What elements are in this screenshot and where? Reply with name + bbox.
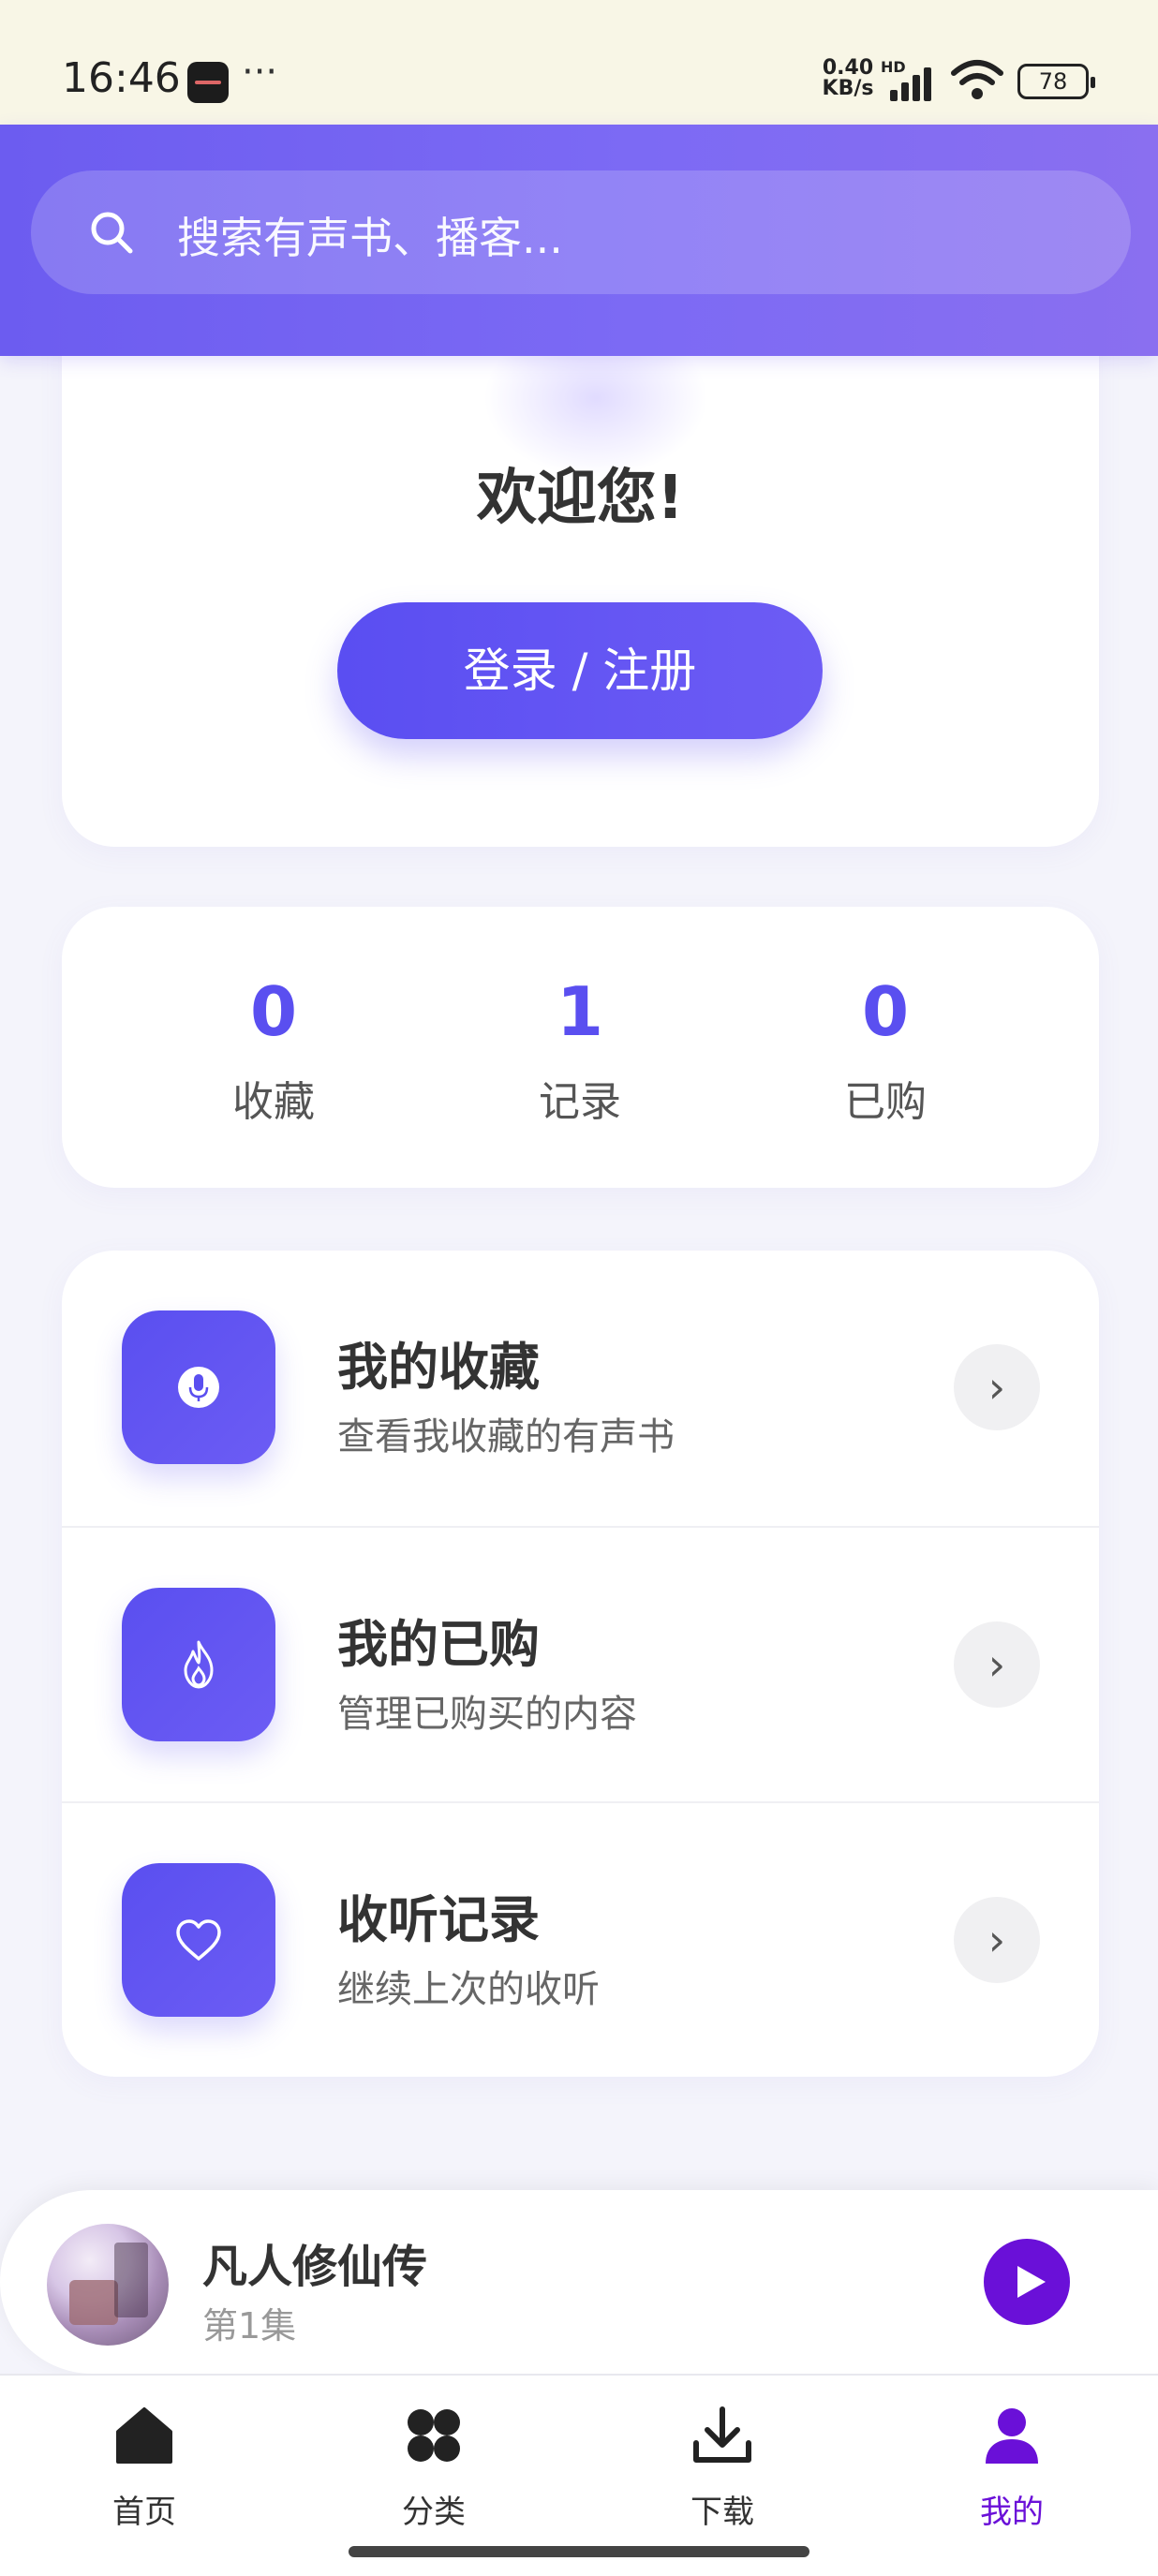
status-time: 16:46 [62,54,181,102]
play-icon [1017,2266,1046,2298]
menu-item-purchased[interactable]: 我的已购 管理已购买的内容 › [62,1526,1099,1801]
network-speed-unit: KB/s [822,77,874,100]
stat-label: 记录 [539,1078,621,1126]
tab-download[interactable]: 下载 [629,2394,816,2535]
network-speed: 0.40 KB/s [817,58,879,99]
menu-subtitle: 查看我收藏的有声书 [337,1415,675,1458]
stats-card: 0 收藏 1 记录 0 已购 [62,907,1099,1188]
player-episode: 第1集 [202,2305,297,2347]
search-icon [91,212,133,254]
welcome-card: 欢迎您! 登录 / 注册 [62,281,1099,847]
stat-value: 1 [556,972,604,1051]
chevron-right-icon[interactable]: › [954,1897,1040,1983]
fire-icon [184,1640,214,1689]
recorder-app-icon [187,62,229,103]
stat-label: 收藏 [232,1078,315,1126]
microphone-icon [178,1367,219,1408]
tab-mine[interactable]: 我的 [918,2394,1106,2535]
top-header: 搜索有声书、播客... [0,125,1158,356]
chevron-right-icon[interactable]: › [954,1344,1040,1430]
tab-home[interactable]: 首页 [51,2394,238,2535]
wifi-icon [951,60,1003,99]
category-icon [408,2409,460,2462]
stat-value: 0 [249,972,298,1051]
menu-item-history[interactable]: 收听记录 继续上次的收听 › [62,1801,1099,2077]
stat-history[interactable]: 1 记录 [439,907,720,1188]
login-register-button[interactable]: 登录 / 注册 [337,602,823,739]
tab-label: 分类 [402,2494,466,2531]
battery-icon: 78 [1017,64,1095,99]
tab-category[interactable]: 分类 [340,2394,527,2535]
tab-label: 首页 [112,2494,176,2531]
stat-label: 已购 [844,1078,927,1126]
search-placeholder: 搜索有声书、播客... [177,213,563,263]
status-more-indicator: ··· [242,51,278,94]
menu-title: 我的收藏 [337,1338,540,1397]
app-root: 16:46 ··· 0.40 KB/s HD 78 搜索有声书、播客... 欢迎… [0,0,1158,2576]
status-bar: 16:46 ··· 0.40 KB/s HD 78 [0,0,1158,125]
play-button[interactable] [984,2239,1070,2325]
menu-title: 收听记录 [337,1890,540,1949]
album-cover[interactable] [47,2224,169,2346]
stat-value: 0 [861,972,910,1051]
download-icon [693,2406,751,2463]
mini-player[interactable]: 凡人修仙传 第1集 [0,2190,1158,2374]
tab-label: 我的 [980,2494,1044,2531]
menu-icon-box [122,1863,275,2017]
heart-icon [176,1919,221,1961]
welcome-title: 欢迎您! [476,464,685,533]
signal-icon [890,64,939,101]
menu-item-favorites[interactable]: 我的收藏 查看我收藏的有声书 › [62,1251,1099,1526]
menu-card: 我的收藏 查看我收藏的有声书 › 我的已购 管理已购买的内容 › 收听记录 继续… [62,1251,1099,2077]
menu-icon-box [122,1310,275,1464]
menu-icon-box [122,1588,275,1741]
search-input[interactable]: 搜索有声书、播客... [31,170,1131,294]
menu-title: 我的已购 [337,1615,540,1674]
player-title: 凡人修仙传 [202,2241,428,2293]
stat-favorites[interactable]: 0 收藏 [133,907,414,1188]
menu-subtitle: 继续上次的收听 [337,1968,600,2011]
menu-subtitle: 管理已购买的内容 [337,1693,637,1736]
home-icon [116,2407,172,2464]
tab-label: 下载 [690,2494,754,2531]
network-speed-value: 0.40 [822,56,874,80]
home-indicator[interactable] [349,2546,809,2557]
chevron-right-icon[interactable]: › [954,1621,1040,1708]
user-icon [986,2408,1038,2464]
stat-purchased[interactable]: 0 已购 [745,907,1026,1188]
